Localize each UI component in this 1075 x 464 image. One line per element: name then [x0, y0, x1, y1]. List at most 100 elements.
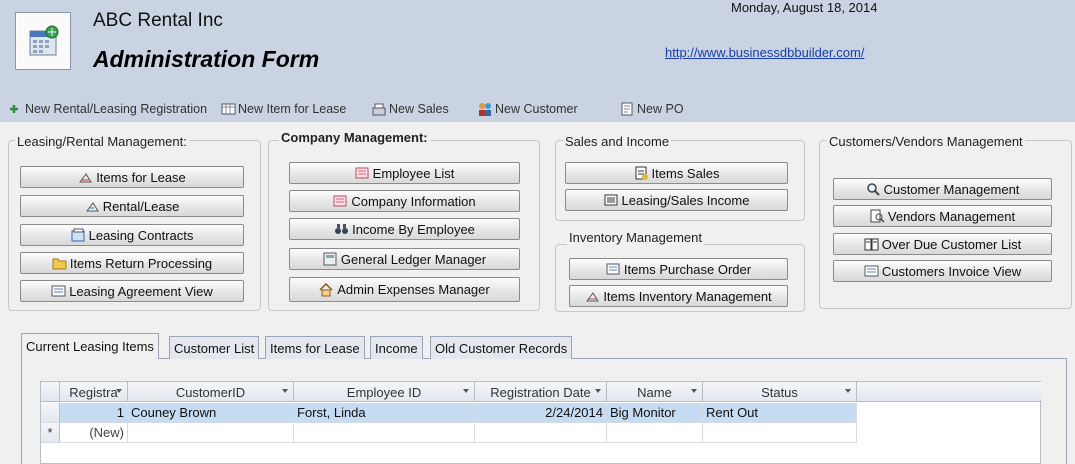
leasing-sales-income-button[interactable]: Leasing/Sales Income	[565, 189, 788, 211]
website-link[interactable]: http://www.businessdbbuilder.com/	[665, 45, 864, 60]
general-ledger-button[interactable]: General Ledger Manager	[289, 248, 520, 270]
column-label: Registra	[69, 384, 118, 400]
new-po-label: New PO	[637, 102, 684, 116]
leasing-sales-income-label: Leasing/Sales Income	[621, 192, 750, 208]
company-info-label: Company Information	[351, 193, 476, 209]
column-header-employeeid[interactable]: Employee ID	[294, 382, 475, 402]
employee-cell[interactable]: Forst, Linda	[294, 403, 475, 423]
datasheet-header: Registra CustomerID Employee ID Registra…	[41, 382, 1042, 402]
leasing-contracts-button[interactable]: Leasing Contracts	[20, 224, 244, 246]
registration-cell[interactable]: 1	[60, 403, 128, 423]
overdue-customer-button[interactable]: Over Due Customer List	[833, 233, 1052, 255]
customer-management-button[interactable]: Customer Management	[833, 178, 1052, 200]
column-label: Status	[761, 384, 798, 400]
book-icon	[864, 237, 879, 251]
purchase-order-icon	[606, 262, 621, 276]
leasing-group-title: Leasing/Rental Management:	[15, 134, 189, 149]
tab-customer-list[interactable]: Customer List	[169, 336, 260, 359]
sales-group-title: Sales and Income	[563, 134, 672, 149]
report-icon	[604, 193, 619, 207]
column-label: Registration Date	[490, 384, 591, 400]
overdue-customer-label: Over Due Customer List	[881, 236, 1022, 252]
add-record-icon	[8, 102, 22, 116]
income-by-employee-button[interactable]: Income By Employee	[289, 218, 520, 240]
tab-old-customer-records[interactable]: Old Customer Records	[430, 336, 573, 359]
column-header-registration[interactable]: Registra	[60, 382, 128, 402]
document-search-icon	[870, 209, 885, 223]
dropdown-arrow-icon[interactable]	[845, 389, 851, 393]
items-sales-button[interactable]: Items Sales	[565, 162, 788, 184]
items-for-lease-button[interactable]: Items for Lease	[20, 166, 244, 188]
inventory-group-title: Inventory Management	[567, 230, 704, 245]
tab-income[interactable]: Income	[370, 336, 423, 359]
general-ledger-label: General Ledger Manager	[340, 251, 487, 267]
leasing-agreement-label: Leasing Agreement View	[69, 283, 213, 299]
tab-items-for-lease[interactable]: Items for Lease	[265, 336, 365, 359]
leasing-agreement-button[interactable]: Leasing Agreement View	[20, 280, 244, 302]
dropdown-arrow-icon[interactable]	[463, 389, 469, 393]
column-header-name[interactable]: Name	[607, 382, 703, 402]
admin-expenses-button[interactable]: Admin Expenses Manager	[289, 277, 520, 302]
select-all-corner[interactable]	[41, 382, 60, 402]
employee-list-button[interactable]: Employee List	[289, 162, 520, 184]
inventory-management-button[interactable]: Items Inventory Management	[569, 285, 788, 307]
column-header-status[interactable]: Status	[703, 382, 857, 402]
vendors-management-button[interactable]: Vendors Management	[833, 205, 1052, 227]
status-cell[interactable]: Rent Out	[703, 403, 857, 423]
new-sales-button[interactable]: New Sales	[372, 102, 449, 116]
leasing-datasheet[interactable]: Registra CustomerID Employee ID Registra…	[40, 381, 1042, 464]
purchase-order-button[interactable]: Items Purchase Order	[569, 258, 788, 280]
income-by-employee-label: Income By Employee	[352, 221, 475, 237]
calendar-icon	[29, 25, 59, 56]
new-record-placeholder[interactable]: (New)	[60, 423, 128, 443]
tab-current-leasing-items[interactable]: Current Leasing Items	[21, 333, 159, 359]
new-item-label: New Item for Lease	[238, 102, 347, 116]
new-customer-cell[interactable]	[128, 423, 294, 443]
new-rental-registration-button[interactable]: New Rental/Leasing Registration	[8, 102, 207, 116]
name-cell[interactable]: Big Monitor	[607, 403, 703, 423]
items-return-label: Items Return Processing	[69, 255, 213, 271]
column-label: Name	[637, 384, 672, 400]
dropdown-arrow-icon[interactable]	[595, 389, 601, 393]
new-name-cell[interactable]	[607, 423, 703, 443]
current-date: Monday, August 18, 2014	[731, 0, 878, 15]
customers-invoice-button[interactable]: Customers Invoice View	[833, 260, 1052, 282]
table-icon	[221, 102, 236, 116]
company-info-button[interactable]: Company Information	[289, 190, 520, 212]
inventory-icon	[585, 289, 600, 303]
registration-date-cell[interactable]: 2/24/2014	[475, 403, 607, 423]
items-return-button[interactable]: Items Return Processing	[20, 252, 244, 274]
column-header-registration-date[interactable]: Registration Date	[475, 382, 607, 402]
dropdown-arrow-icon[interactable]	[282, 389, 288, 393]
new-row-marker[interactable]: *	[41, 423, 60, 443]
magnifier-icon	[866, 182, 881, 196]
dropdown-arrow-icon[interactable]	[691, 389, 697, 393]
search-list-icon	[78, 170, 93, 184]
new-employee-cell[interactable]	[294, 423, 475, 443]
new-rental-label: New Rental/Leasing Registration	[25, 102, 208, 116]
customer-cell[interactable]: Couney Brown	[128, 403, 294, 423]
new-item-button[interactable]: New Item for Lease	[221, 102, 346, 116]
new-po-button[interactable]: New PO	[620, 102, 684, 116]
row-selector[interactable]	[41, 403, 60, 423]
rental-icon	[85, 199, 100, 213]
new-status-cell[interactable]	[703, 423, 857, 443]
table-row[interactable]: 1 Couney Brown Forst, Linda 2/24/2014 Bi…	[41, 403, 1042, 423]
new-customer-button[interactable]: New Customer	[478, 102, 578, 116]
contract-icon	[71, 228, 86, 242]
new-customer-label: New Customer	[495, 102, 578, 116]
new-record-row[interactable]: * (New)	[41, 423, 1042, 443]
employee-list-label: Employee List	[372, 165, 455, 181]
items-sales-label: Items Sales	[651, 165, 720, 181]
invoice-icon	[864, 264, 879, 278]
items-for-lease-label: Items for Lease	[96, 169, 186, 185]
employee-list-icon	[355, 166, 370, 180]
rental-lease-button[interactable]: Rental/Lease	[20, 195, 244, 217]
dropdown-arrow-icon[interactable]	[116, 389, 122, 393]
new-date-cell[interactable]	[475, 423, 607, 443]
column-header-customerid[interactable]: CustomerID	[128, 382, 294, 402]
admin-expenses-label: Admin Expenses Manager	[337, 282, 490, 297]
vendors-management-label: Vendors Management	[887, 208, 1016, 224]
form-header: ABC Rental Inc Administration Form Monda…	[0, 0, 1075, 122]
home-icon	[319, 282, 334, 297]
